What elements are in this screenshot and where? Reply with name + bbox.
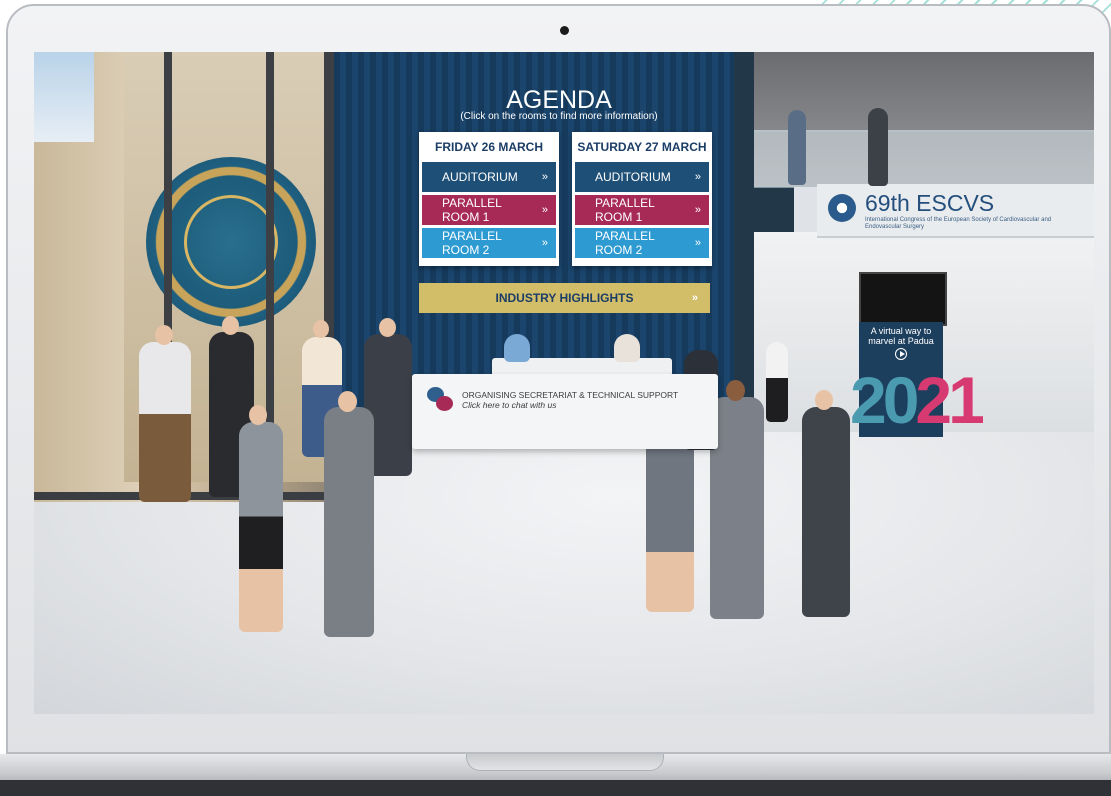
day-heading: FRIDAY 26 MARCH xyxy=(434,140,544,154)
laptop-shadow xyxy=(0,780,1111,796)
auditorium-button[interactable]: AUDITORIUM » xyxy=(575,162,709,192)
visitor-head xyxy=(313,320,329,338)
chevron-right-icon: » xyxy=(694,237,701,249)
visitor-head xyxy=(155,325,173,345)
agenda-title: AGENDA xyxy=(506,86,612,114)
webcam-icon xyxy=(560,26,569,35)
banner-title: 69th ESCVS xyxy=(865,190,995,216)
receptionist-figure xyxy=(614,334,640,362)
visitor-head xyxy=(815,390,833,410)
parallel-room-2-button[interactable]: PARALLEL ROOM 2 » xyxy=(575,228,709,258)
visitor-head xyxy=(249,405,267,425)
visitor-head xyxy=(338,391,357,412)
visitor-figure xyxy=(766,342,788,422)
visitor-figure xyxy=(324,407,374,637)
year-sculpture: 2021 xyxy=(850,362,985,438)
room-label: PARALLEL ROOM 2 xyxy=(595,229,655,257)
support-desk[interactable] xyxy=(412,374,718,449)
sky-backdrop xyxy=(34,52,94,142)
visitor-figure xyxy=(788,110,806,185)
visitor-head xyxy=(726,380,745,401)
chat-icon[interactable] xyxy=(427,387,453,413)
visitor-figure xyxy=(802,407,850,617)
industry-label: INDUSTRY HIGHLIGHTS xyxy=(495,291,634,305)
chat-link[interactable]: Click here to chat with us xyxy=(462,400,556,410)
chevron-right-icon: » xyxy=(541,237,548,249)
visitor-figure xyxy=(139,342,191,502)
year-digits-20: 20 xyxy=(850,363,919,437)
chevron-right-icon: » xyxy=(691,292,698,304)
clock-dial xyxy=(184,195,278,289)
room-label: PARALLEL ROOM 1 xyxy=(595,196,655,224)
visitor-figure xyxy=(710,397,764,619)
agenda-day-friday: FRIDAY 26 MARCH AUDITORIUM » PARALLEL RO… xyxy=(419,132,559,266)
banner-subtitle: International Congress of the European S… xyxy=(865,217,1052,230)
visitor-head xyxy=(379,318,396,337)
chevron-right-icon: » xyxy=(541,204,548,216)
chevron-right-icon: » xyxy=(541,171,548,183)
visitor-figure xyxy=(868,108,888,186)
visitor-figure xyxy=(239,422,283,632)
parallel-room-1-button[interactable]: PARALLEL ROOM 1 » xyxy=(575,195,709,225)
receptionist-figure xyxy=(504,334,530,362)
support-desk-title: ORGANISING SECRETARIAT & TECHNICAL SUPPO… xyxy=(462,390,679,400)
laptop-notch xyxy=(466,754,664,771)
virtual-lobby-scene: 69th ESCVS International Congress of the… xyxy=(34,52,1094,714)
agenda-hint: (Click on the rooms to find more informa… xyxy=(460,111,658,122)
play-icon[interactable] xyxy=(895,348,907,360)
auditorium-button[interactable]: AUDITORIUM » xyxy=(422,162,556,192)
parallel-room-1-button[interactable]: PARALLEL ROOM 1 » xyxy=(422,195,556,225)
room-label: PARALLEL ROOM 1 xyxy=(442,196,502,224)
wall-screen xyxy=(859,272,947,326)
room-label: AUDITORIUM xyxy=(442,170,518,184)
industry-highlights-button[interactable]: INDUSTRY HIGHLIGHTS » xyxy=(419,283,710,313)
promo-text: A virtual way to marvel at Padua xyxy=(868,326,934,346)
room-label: PARALLEL ROOM 2 xyxy=(442,229,502,257)
room-label: AUDITORIUM xyxy=(595,170,671,184)
year-digits-21: 21 xyxy=(915,363,984,437)
agenda-day-saturday: SATURDAY 27 MARCH AUDITORIUM » PARALLEL … xyxy=(572,132,712,266)
chevron-right-icon: » xyxy=(694,171,701,183)
day-heading: SATURDAY 27 MARCH xyxy=(577,140,707,154)
escvs-banner: 69th ESCVS International Congress of the… xyxy=(817,184,1094,238)
visitor-head xyxy=(222,316,239,335)
escvs-logo-icon xyxy=(828,194,856,222)
parallel-room-2-button[interactable]: PARALLEL ROOM 2 » xyxy=(422,228,556,258)
chevron-right-icon: » xyxy=(694,204,701,216)
